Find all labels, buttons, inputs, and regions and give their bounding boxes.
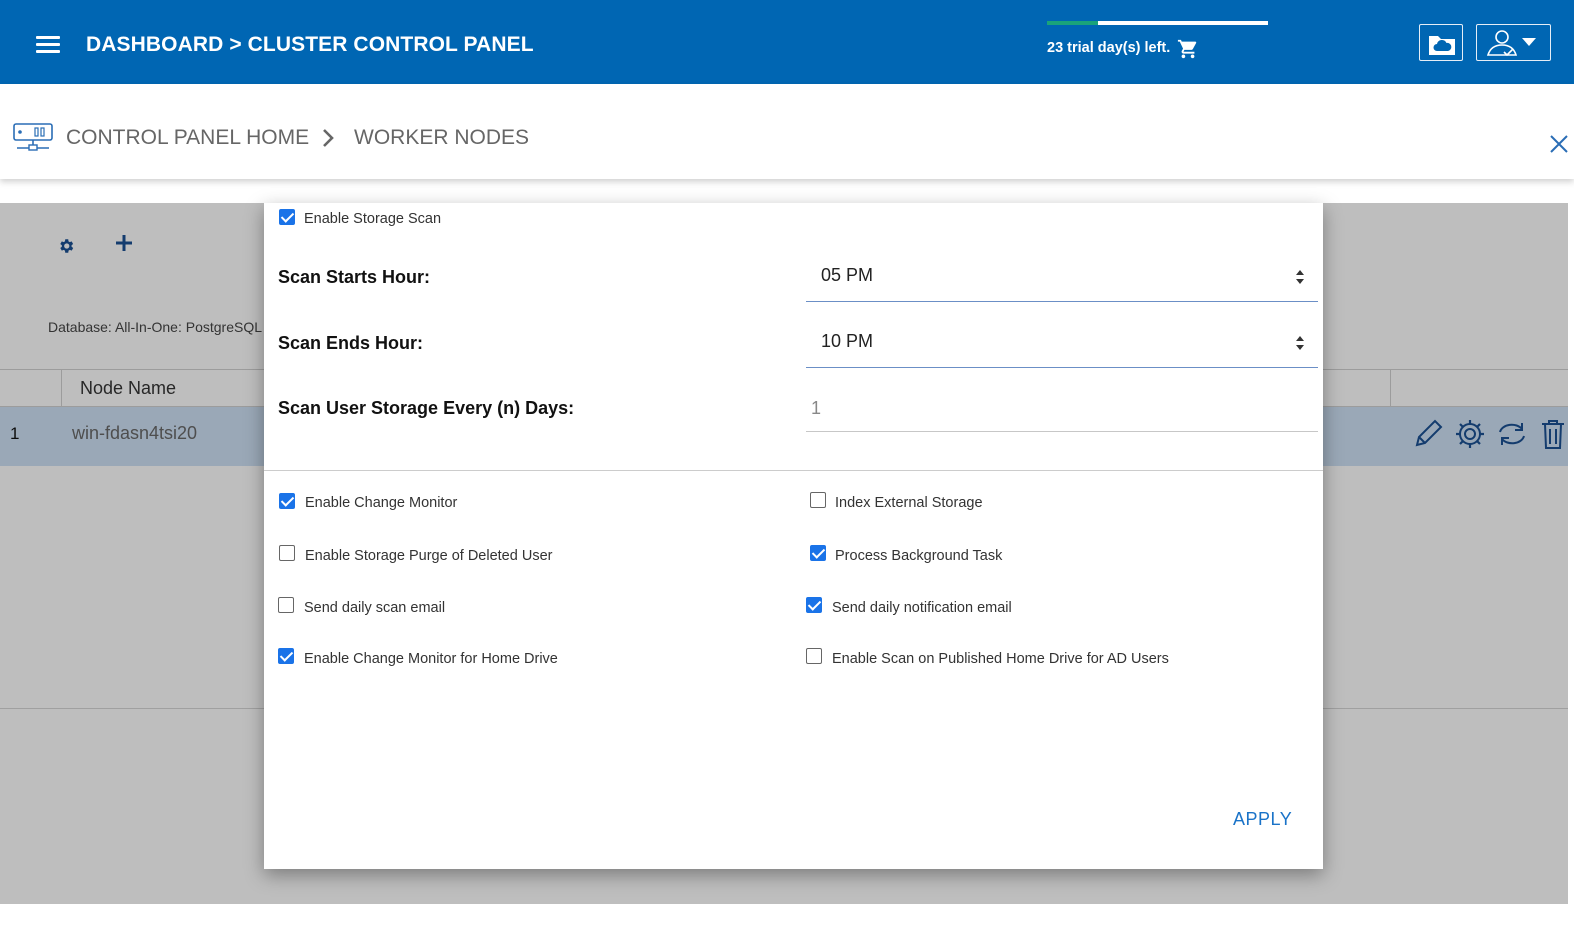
scan-every-days-input[interactable]: 1 — [806, 385, 1318, 432]
trial-days-text: 23 trial day(s) left. — [1047, 40, 1171, 56]
page-title: DASHBOARD > CLUSTER CONTROL PANEL — [86, 33, 534, 56]
trial-progress-bar — [1047, 21, 1268, 25]
chevron-down-icon — [1522, 38, 1536, 46]
cloud-folder-icon — [1429, 36, 1455, 55]
scan-every-days-label: Scan User Storage Every (n) Days: — [278, 398, 575, 418]
close-icon[interactable] — [1549, 134, 1569, 154]
cloud-folder-button[interactable] — [1419, 24, 1463, 61]
apply-button[interactable]: APPLY — [1233, 809, 1292, 830]
chevron-right-icon — [323, 129, 334, 147]
breadcrumb-current: WORKER NODES — [354, 126, 530, 149]
enable-change-monitor-checkbox[interactable] — [279, 493, 295, 509]
index-external-storage-label: Index External Storage — [835, 495, 983, 511]
cart-icon[interactable] — [1177, 38, 1199, 60]
send-daily-scan-email-checkbox[interactable] — [278, 597, 294, 613]
scan-starts-hour-label: Scan Starts Hour: — [278, 267, 431, 287]
menu-icon[interactable] — [36, 36, 60, 56]
sort-arrows-icon — [1296, 270, 1304, 284]
enable-change-monitor-label: Enable Change Monitor — [305, 495, 458, 511]
index-external-storage-checkbox[interactable] — [810, 492, 826, 508]
send-daily-scan-email-label: Send daily scan email — [304, 600, 446, 616]
enable-storage-purge-label: Enable Storage Purge of Deleted User — [305, 548, 553, 564]
send-daily-notification-email-checkbox[interactable] — [806, 597, 822, 613]
user-menu-button[interactable] — [1476, 24, 1551, 61]
scan-ends-hour-label: Scan Ends Hour: — [278, 333, 424, 353]
server-network-icon — [13, 123, 53, 151]
user-icon — [1486, 30, 1536, 57]
enable-storage-scan-label: Enable Storage Scan — [304, 211, 442, 227]
breadcrumb-home-link[interactable]: CONTROL PANEL HOME — [66, 126, 309, 150]
process-background-task-checkbox[interactable] — [810, 545, 826, 561]
breadcrumb: CONTROL PANEL HOME WORKER NODES — [0, 84, 1574, 179]
scan-starts-hour-select[interactable]: 05 PM — [806, 252, 1318, 302]
divider — [264, 470, 1323, 471]
send-daily-notification-email-label: Send daily notification email — [832, 600, 1012, 616]
sort-arrows-icon — [1296, 336, 1304, 350]
enable-change-monitor-home-drive-label: Enable Change Monitor for Home Drive — [304, 651, 558, 667]
enable-change-monitor-home-drive-checkbox[interactable] — [278, 648, 294, 664]
enable-scan-published-home-drive-checkbox[interactable] — [806, 648, 822, 664]
process-background-task-label: Process Background Task — [835, 548, 1003, 564]
app-header: DASHBOARD > CLUSTER CONTROL PANEL 23 tri… — [0, 0, 1574, 84]
enable-scan-published-home-drive-label: Enable Scan on Published Home Drive for … — [832, 651, 1169, 667]
scan-ends-hour-select[interactable]: 10 PM — [806, 318, 1318, 368]
enable-storage-purge-checkbox[interactable] — [279, 545, 295, 561]
storage-scan-settings-dialog: Enable Storage Scan Scan Starts Hour: 05… — [264, 203, 1323, 869]
enable-storage-scan-checkbox[interactable] — [279, 209, 295, 225]
